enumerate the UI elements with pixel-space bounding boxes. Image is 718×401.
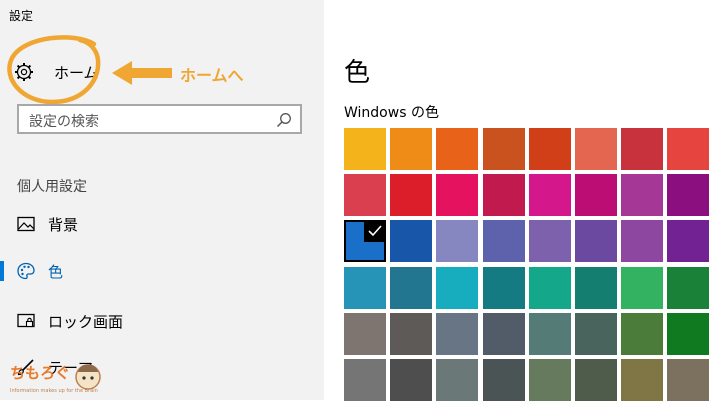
color-swatch[interactable] <box>390 220 432 262</box>
section-title: Windows の色 <box>344 105 439 121</box>
annotation-text: ホームへ <box>180 66 244 85</box>
palette-icon <box>17 262 35 280</box>
gear-icon <box>15 63 33 81</box>
color-swatch[interactable] <box>575 313 617 355</box>
color-swatch[interactable] <box>529 359 571 401</box>
color-swatch[interactable] <box>529 220 571 262</box>
color-swatch[interactable] <box>621 267 663 309</box>
color-swatch[interactable] <box>575 267 617 309</box>
color-swatch[interactable] <box>344 267 386 309</box>
color-swatch[interactable] <box>667 359 709 401</box>
watermark-logo: ちもろぐ Information makes up for the Brain <box>4 358 106 398</box>
page-title: 色 <box>344 58 371 88</box>
sidebar-item-label: 色 <box>48 262 64 281</box>
window-title: 設定 <box>9 9 34 23</box>
color-swatch[interactable] <box>483 359 525 401</box>
color-swatch[interactable] <box>390 359 432 401</box>
color-swatch[interactable] <box>529 174 571 216</box>
color-swatch[interactable] <box>390 267 432 309</box>
color-swatch[interactable] <box>390 313 432 355</box>
sidebar: 設定 ホーム ホームへ 設定の検索 個人用設定 背景 色 ロック画面 テーマ ち… <box>0 0 324 400</box>
color-swatch[interactable] <box>344 174 386 216</box>
color-swatch[interactable] <box>667 220 709 262</box>
sidebar-item-label: ロック画面 <box>48 312 124 331</box>
color-swatch[interactable] <box>621 220 663 262</box>
home-button[interactable]: ホーム <box>14 57 134 87</box>
lock-screen-icon <box>17 313 35 328</box>
search-icon <box>276 113 291 128</box>
color-swatch[interactable] <box>621 313 663 355</box>
color-swatch[interactable] <box>344 128 386 170</box>
color-swatch[interactable] <box>483 313 525 355</box>
color-swatch[interactable] <box>575 128 617 170</box>
checkmark-icon <box>364 220 386 242</box>
color-swatch[interactable] <box>436 128 478 170</box>
color-swatch[interactable] <box>344 359 386 401</box>
color-swatch[interactable] <box>621 359 663 401</box>
color-swatch[interactable] <box>667 267 709 309</box>
color-swatch[interactable] <box>344 313 386 355</box>
color-swatch[interactable] <box>667 313 709 355</box>
color-swatch[interactable] <box>621 174 663 216</box>
color-swatch[interactable] <box>529 267 571 309</box>
color-swatch[interactable] <box>575 174 617 216</box>
color-swatch[interactable] <box>344 220 386 262</box>
color-swatch[interactable] <box>436 313 478 355</box>
color-swatch[interactable] <box>667 128 709 170</box>
main-panel: 色 Windows の色 <box>324 0 718 401</box>
color-swatch[interactable] <box>575 359 617 401</box>
sidebar-item-lock-screen[interactable]: ロック画面 <box>0 304 324 338</box>
watermark-text: ちもろぐ <box>10 364 71 382</box>
color-swatch[interactable] <box>483 174 525 216</box>
sidebar-item-colors[interactable]: 色 <box>0 254 324 288</box>
sidebar-item-background[interactable]: 背景 <box>0 207 324 241</box>
color-swatch[interactable] <box>575 220 617 262</box>
color-swatch[interactable] <box>621 128 663 170</box>
color-swatch[interactable] <box>436 359 478 401</box>
home-label: ホーム <box>54 63 99 82</box>
active-indicator <box>0 261 4 281</box>
sidebar-item-label: 背景 <box>48 215 79 234</box>
section-label: 個人用設定 <box>17 179 87 195</box>
color-swatch[interactable] <box>436 267 478 309</box>
watermark-subtext: Information makes up for the Brain <box>10 388 98 394</box>
color-swatch[interactable] <box>483 128 525 170</box>
color-swatch[interactable] <box>529 313 571 355</box>
color-swatch[interactable] <box>390 128 432 170</box>
color-swatch[interactable] <box>483 267 525 309</box>
color-swatch[interactable] <box>436 220 478 262</box>
color-swatch[interactable] <box>390 174 432 216</box>
color-swatch[interactable] <box>529 128 571 170</box>
color-swatch[interactable] <box>436 174 478 216</box>
color-swatch[interactable] <box>667 174 709 216</box>
color-swatch[interactable] <box>483 220 525 262</box>
image-icon <box>17 216 35 232</box>
search-placeholder: 設定の検索 <box>29 114 99 130</box>
search-input[interactable]: 設定の検索 <box>17 104 302 134</box>
